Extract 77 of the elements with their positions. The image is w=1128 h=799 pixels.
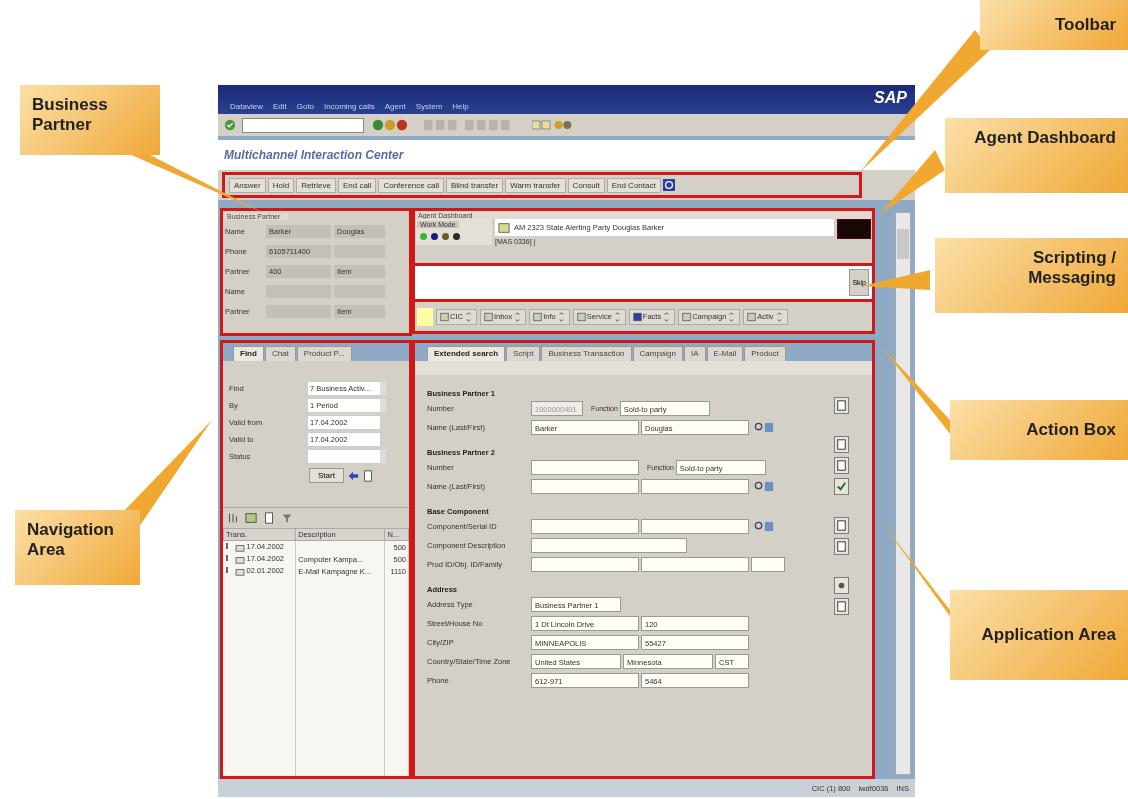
command-field[interactable] [242, 117, 364, 133]
toolbar-button[interactable]: Hold [267, 177, 295, 193]
layout-icons[interactable] [532, 119, 572, 131]
filter-icon[interactable] [281, 512, 293, 524]
menu-item[interactable]: Edit [272, 102, 287, 111]
page-icon [632, 311, 642, 322]
document-icon[interactable] [834, 517, 849, 534]
toolbar-button[interactable]: Retrieve [296, 177, 336, 193]
input-field[interactable] [531, 460, 639, 475]
tab[interactable]: Find [233, 346, 264, 361]
page-icon [440, 311, 449, 322]
tab[interactable]: Script [506, 346, 541, 361]
tab[interactable]: Chat [264, 346, 296, 361]
toolbar-button[interactable]: Consult [567, 177, 605, 193]
callout-label: Navigation Area [15, 510, 140, 585]
menu-item[interactable]: System [415, 102, 443, 111]
toolbar-button[interactable]: Blind transfer [446, 177, 504, 193]
scrollbar[interactable] [895, 212, 911, 775]
page-icon [533, 311, 543, 322]
input-field[interactable] [641, 557, 749, 572]
toolbar-button[interactable]: End call [337, 177, 377, 193]
menu-item[interactable]: Dataview [230, 102, 263, 111]
start-button[interactable]: Start [309, 468, 344, 483]
check-icon[interactable] [224, 119, 236, 131]
callout-label: Application Area [950, 590, 1128, 680]
callout-label: Agent Dashboard [945, 118, 1128, 193]
document-icon[interactable] [361, 469, 374, 482]
tab[interactable]: Product P... [296, 346, 352, 361]
callout-label: Scripting / Messaging [935, 238, 1128, 313]
search-icon[interactable] [754, 481, 774, 492]
input-field[interactable] [641, 479, 749, 494]
callout-label: Toolbar [980, 0, 1128, 50]
tab[interactable]: E-Mail [706, 346, 744, 361]
tab[interactable]: Campaign [632, 346, 683, 361]
tab[interactable]: Extended search [427, 346, 506, 361]
arrow-icon[interactable] [346, 469, 359, 482]
menu-item[interactable]: Help [452, 102, 469, 111]
status-light[interactable] [453, 233, 460, 240]
input-field[interactable] [531, 519, 639, 534]
menu-item[interactable]: Goto [296, 102, 315, 111]
folder-icon [234, 567, 245, 576]
input-field[interactable] [751, 557, 785, 572]
input-field[interactable] [531, 538, 687, 553]
toolbar-button[interactable]: Warm transfer [505, 177, 566, 193]
folder-icon [234, 555, 245, 564]
page-icon [483, 311, 493, 322]
input-field[interactable] [531, 557, 639, 572]
tab[interactable]: Product [744, 346, 786, 361]
input-field[interactable] [641, 519, 749, 534]
sap-logo: SAP [874, 89, 907, 107]
callout-label: Action Box [950, 400, 1128, 460]
color-swatch [417, 307, 433, 326]
menu-item[interactable]: Incoming calls [324, 102, 375, 111]
callout-label: Business Partner [20, 85, 160, 155]
status-light[interactable] [442, 233, 449, 240]
tab[interactable]: IA [684, 346, 706, 361]
page-icon [682, 311, 692, 322]
toolbar-button[interactable]: End Contact [606, 177, 661, 193]
toolbar-button[interactable]: Conference call [378, 177, 444, 193]
grid-icon[interactable] [245, 512, 257, 524]
application-title: Multichannel Interaction Center [218, 140, 915, 170]
eye-icon[interactable] [834, 577, 849, 594]
page-icon [576, 311, 586, 322]
timer-display [837, 219, 871, 239]
menu-item[interactable]: Agent [384, 102, 406, 111]
page-icon[interactable] [263, 512, 275, 524]
document-icon[interactable] [834, 397, 849, 414]
navigation-icons[interactable] [370, 119, 410, 131]
input-field[interactable] [531, 479, 639, 494]
page-icon [747, 311, 757, 322]
status-light[interactable] [431, 233, 438, 240]
folder-icon [234, 543, 245, 552]
search-icon[interactable] [754, 422, 774, 433]
tab[interactable]: Business Transaction [541, 346, 632, 361]
checkmark-icon[interactable] [834, 478, 849, 495]
search-icon[interactable] [754, 521, 774, 532]
toolbar-button[interactable]: Answer [229, 177, 266, 193]
